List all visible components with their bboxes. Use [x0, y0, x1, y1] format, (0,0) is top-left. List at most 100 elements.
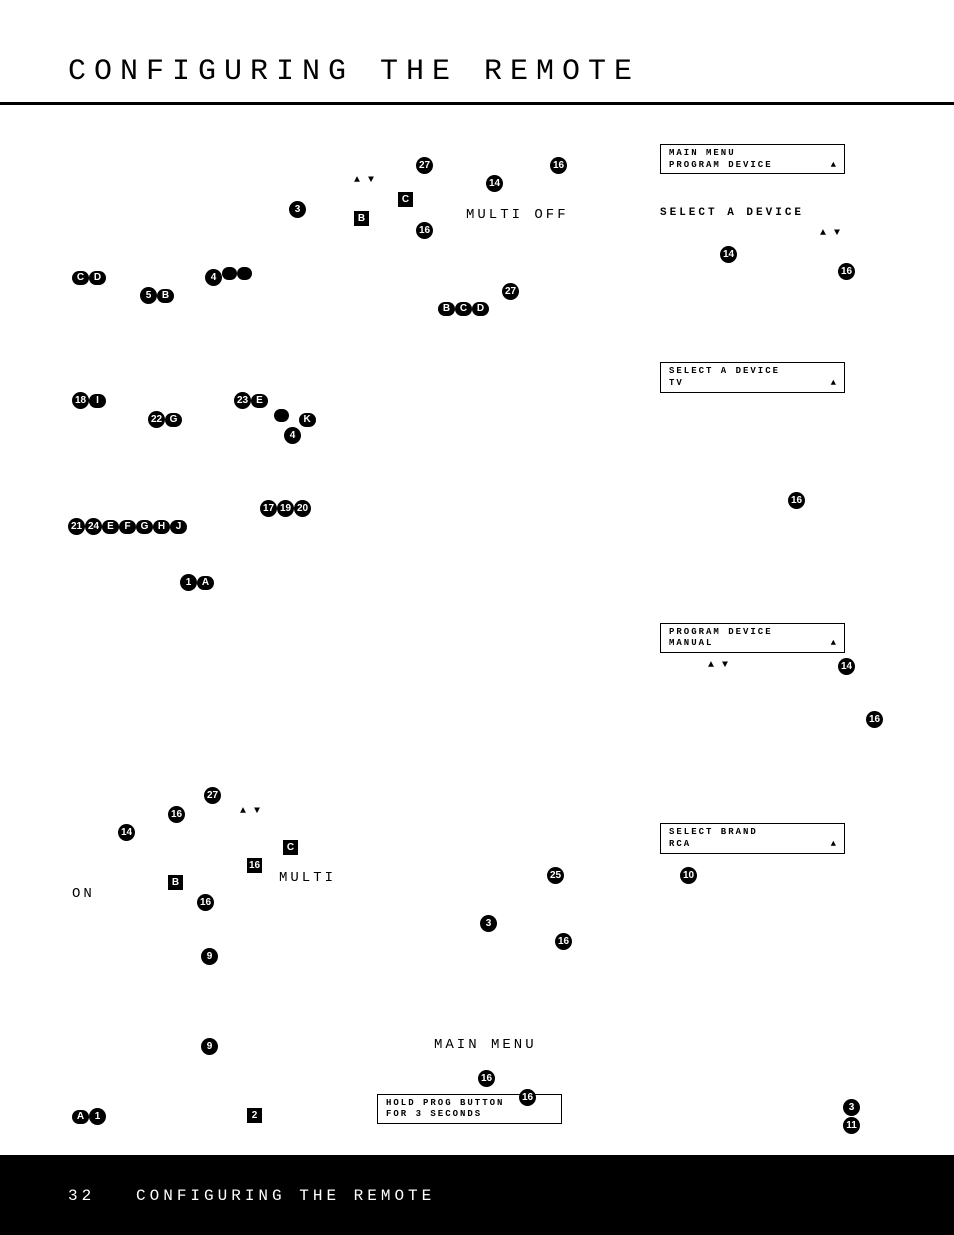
callout-J: J: [170, 520, 187, 534]
callout-23: 23: [234, 392, 251, 409]
callout-H: H: [153, 520, 170, 534]
callout-16: 16: [838, 263, 855, 280]
callout-20: 20: [294, 500, 311, 517]
lcd-line1: SELECT BRAND: [669, 827, 836, 839]
callout-9: 9: [201, 1038, 218, 1055]
callout-16: 16: [247, 858, 262, 873]
callout-row-1A: 1A: [180, 572, 214, 591]
lcd-arrow-icon: ▲: [831, 638, 838, 650]
label-main-menu: MAIN MENU: [434, 1037, 537, 1053]
footer-label: CONFIGURING THE REMOTE: [136, 1187, 435, 1205]
callout-27: 27: [502, 283, 519, 300]
callout-C: C: [283, 840, 298, 855]
callout-16: 16: [416, 222, 433, 239]
callout-B: B: [157, 289, 174, 303]
callout-row-5B: 5B: [140, 285, 174, 304]
callout-2: 2: [247, 1108, 262, 1123]
callout-5: 5: [140, 287, 157, 304]
callout-F: F: [119, 520, 136, 534]
footer-page-number: 32: [68, 1187, 95, 1205]
callout-row-171920: 171920: [260, 498, 311, 517]
callout-C: C: [455, 302, 472, 316]
callout-27: 27: [204, 787, 221, 804]
lcd-line2: TV: [669, 378, 836, 390]
callout-K: K: [299, 413, 316, 427]
callout-14: 14: [118, 824, 135, 841]
lcd-line1: MAIN MENU: [669, 148, 836, 160]
callout-G: G: [136, 520, 153, 534]
label-on: ON: [72, 886, 95, 902]
callout-row-BCD: BCD: [438, 298, 489, 316]
lcd-arrow-icon: ▲: [831, 378, 838, 390]
callout-10: 10: [680, 867, 697, 884]
callout-14: 14: [838, 658, 855, 675]
arrows-updown-icon: ▲ ▼: [354, 175, 375, 186]
dot-icon: [237, 267, 252, 280]
callout-row-4dots: 4: [205, 267, 252, 286]
lcd-line2: MANUAL: [669, 638, 836, 650]
callout-row-dotK: K: [274, 409, 316, 427]
callout-24: 24: [85, 518, 102, 535]
arrows-updown-icon: ▲ ▼: [708, 660, 729, 671]
callout-16: 16: [478, 1070, 495, 1087]
callout-4: 4: [284, 427, 301, 444]
callout-B: B: [438, 302, 455, 316]
lcd-arrow-icon: ▲: [831, 160, 838, 172]
label-multi: MULTI: [279, 870, 336, 886]
callout-C: C: [72, 271, 89, 285]
page-footer: 32 CONFIGURING THE REMOTE: [0, 1155, 954, 1235]
callout-17: 17: [260, 500, 277, 517]
callout-I: I: [89, 394, 106, 408]
lcd-line2: PROGRAM DEVICE: [669, 160, 836, 172]
lcd-line2: RCA: [669, 839, 836, 851]
callout-4: 4: [205, 269, 222, 286]
arrows-updown-icon: ▲ ▼: [240, 806, 261, 817]
select-device-header: SELECT A DEVICE: [660, 207, 804, 219]
callout-D: D: [472, 302, 489, 316]
lcd-line1: SELECT A DEVICE: [669, 366, 836, 378]
lcd-select-brand: SELECT BRAND RCA ▲: [660, 823, 845, 853]
callout-16: 16: [555, 933, 572, 950]
footer-text: 32 CONFIGURING THE REMOTE: [68, 1187, 435, 1205]
callout-3: 3: [289, 201, 306, 218]
callout-A: A: [197, 576, 214, 590]
callout-16: 16: [197, 894, 214, 911]
callout-16: 16: [788, 492, 805, 509]
callout-1: 1: [89, 1108, 106, 1125]
lcd-line2: FOR 3 SECONDS: [386, 1109, 553, 1121]
callout-G: G: [165, 413, 182, 427]
label-multi-off: MULTI OFF: [466, 207, 569, 223]
dot-icon: [274, 409, 289, 422]
callout-11: 11: [843, 1117, 860, 1134]
callout-18: 18: [72, 392, 89, 409]
callout-3: 3: [480, 915, 497, 932]
callout-16: 16: [168, 806, 185, 823]
callout-row-A1: A1: [72, 1106, 106, 1125]
callout-row-2124EFGHJ: 2124EFGHJ: [68, 516, 187, 535]
title-rule: [0, 102, 954, 105]
dot-icon: [222, 267, 237, 280]
callout-row-CD: CD: [72, 267, 106, 285]
callout-B: B: [354, 211, 369, 226]
callout-9: 9: [201, 948, 218, 965]
callout-C: C: [398, 192, 413, 207]
callout-14: 14: [486, 175, 503, 192]
lcd-line1: PROGRAM DEVICE: [669, 627, 836, 639]
callout-27: 27: [416, 157, 433, 174]
lcd-program-manual: PROGRAM DEVICE MANUAL ▲: [660, 623, 845, 653]
lcd-select-device-tv: SELECT A DEVICE TV ▲: [660, 362, 845, 392]
callout-E: E: [102, 520, 119, 534]
callout-16: 16: [519, 1089, 536, 1106]
callout-A: A: [72, 1110, 89, 1124]
callout-25: 25: [547, 867, 564, 884]
callout-B: B: [168, 875, 183, 890]
callout-D: D: [89, 271, 106, 285]
callout-row-22G: 22G: [148, 409, 182, 428]
page-title: CONFIGURING THE REMOTE: [68, 55, 640, 89]
callout-22: 22: [148, 411, 165, 428]
callout-16: 16: [866, 711, 883, 728]
callout-row-23E: 23E: [234, 390, 268, 409]
callout-1: 1: [180, 574, 197, 591]
callout-19: 19: [277, 500, 294, 517]
arrows-updown-icon: ▲ ▼: [820, 228, 841, 239]
